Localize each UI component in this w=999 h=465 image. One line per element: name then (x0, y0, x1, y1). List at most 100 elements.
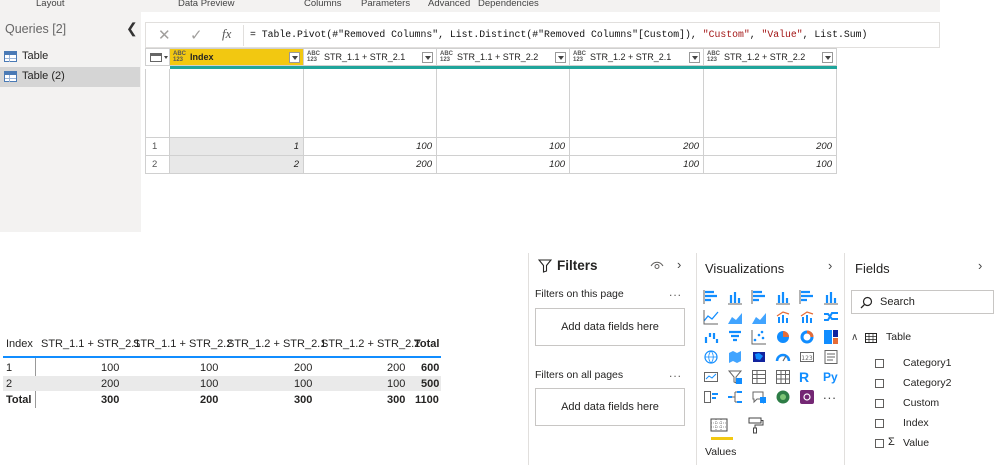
matrix-icon[interactable] (775, 369, 791, 385)
more-visuals-icon[interactable]: ... (823, 388, 839, 405)
column-header-str11-str22[interactable]: ABC 123 STR_1.1 + STR_2.2 (437, 48, 570, 66)
checkbox[interactable] (875, 439, 884, 448)
ribbon-tab-advanced[interactable]: Advanced (428, 0, 470, 9)
shape-map-icon[interactable] (751, 349, 767, 365)
grid-cell[interactable]: 200 (570, 138, 704, 156)
clustered-column-icon[interactable] (775, 289, 791, 305)
clustered-bar-icon[interactable] (751, 289, 767, 305)
matrix-cell[interactable]: 100 (101, 362, 119, 374)
filled-map-icon[interactable] (727, 349, 743, 365)
matrix-cell[interactable]: 100 (294, 378, 312, 390)
matrix-cell[interactable]: 100 (200, 362, 218, 374)
field-item-custom[interactable]: Custom (875, 396, 995, 412)
scatter-icon[interactable] (751, 329, 767, 345)
stacked-area-icon[interactable] (751, 309, 767, 325)
field-item-category1[interactable]: Category1 (875, 356, 995, 372)
funnel-icon[interactable] (727, 329, 743, 345)
matrix-total-cell[interactable]: 300 (387, 394, 405, 406)
matrix-total-label[interactable]: Total (6, 394, 31, 406)
ribbon-tab-dependencies[interactable]: Dependencies (478, 0, 539, 9)
chevron-right-icon[interactable]: › (978, 258, 982, 273)
fields-tab-icon[interactable] (709, 415, 729, 435)
more-options-icon[interactable]: ... (669, 366, 682, 380)
area-icon[interactable] (727, 309, 743, 325)
arcgis-icon[interactable] (775, 389, 791, 405)
matrix-row-header[interactable]: 1 (6, 362, 12, 374)
grid-cell[interactable]: 100 (437, 138, 570, 156)
format-paint-roller-icon[interactable] (745, 415, 765, 435)
matrix-row-total[interactable]: 500 (421, 378, 439, 390)
grid-cell[interactable]: 200 (304, 156, 437, 174)
gauge-icon[interactable] (775, 349, 791, 365)
qa-icon[interactable] (751, 389, 767, 405)
grid-cell[interactable]: 100 (437, 156, 570, 174)
matrix-cell[interactable]: 100 (200, 378, 218, 390)
grid-cell[interactable]: 1 (170, 138, 304, 156)
power-apps-icon[interactable] (799, 389, 815, 405)
formula-input[interactable]: = Table.Pivot(#"Removed Columns", List.D… (250, 29, 867, 40)
grid-cell[interactable]: 100 (304, 138, 437, 156)
matrix-total-cell[interactable]: 200 (200, 394, 218, 406)
100-column-icon[interactable] (823, 289, 839, 305)
slicer-icon[interactable] (727, 369, 743, 385)
multirow-card-icon[interactable] (823, 349, 839, 365)
waterfall-icon[interactable] (703, 329, 719, 345)
column-filter-dropdown-icon[interactable] (822, 52, 833, 63)
card-icon[interactable]: 123 (799, 349, 815, 365)
query-item-table[interactable]: Table (0, 47, 140, 67)
grid-corner-menu[interactable] (145, 48, 170, 66)
matrix-cell[interactable]: 200 (101, 378, 119, 390)
field-item-value[interactable]: Σ Value (875, 436, 995, 452)
column-filter-dropdown-icon[interactable] (689, 52, 700, 63)
checkbox[interactable] (875, 379, 884, 388)
table-row[interactable]: 2 (145, 156, 170, 174)
column-header-index[interactable]: ABC 123 Index (170, 48, 304, 66)
matrix-cell[interactable]: 200 (294, 362, 312, 374)
python-visual-icon[interactable]: Py (823, 369, 839, 385)
field-table-name[interactable]: Table (886, 331, 911, 343)
matrix-header-col[interactable]: STR_1.1 + STR_2.2 (133, 338, 232, 350)
field-item-category2[interactable]: Category2 (875, 376, 995, 392)
grid-cell[interactable]: 2 (170, 156, 304, 174)
ribbon-tab-layout[interactable]: Layout (36, 0, 65, 9)
r-visual-icon[interactable]: R (799, 369, 815, 385)
all-pages-filter-drop-well[interactable]: Add data fields here (535, 388, 685, 426)
ribbon-tab-data-preview[interactable]: Data Preview (178, 0, 235, 9)
chevron-up-icon[interactable]: ∧ (851, 332, 858, 343)
column-header-str12-str21[interactable]: ABC 123 STR_1.2 + STR_2.1 (570, 48, 704, 66)
close-icon[interactable]: ✕ (158, 26, 171, 44)
table-row[interactable]: 1 (145, 138, 170, 156)
matrix-total-cell[interactable]: 300 (101, 394, 119, 406)
grid-cell[interactable]: 100 (704, 156, 837, 174)
eye-icon[interactable] (650, 260, 664, 272)
grid-cell[interactable]: 200 (704, 138, 837, 156)
matrix-cell[interactable]: 200 (387, 362, 405, 374)
matrix-total-cell[interactable]: 300 (294, 394, 312, 406)
column-filter-dropdown-icon[interactable] (422, 52, 433, 63)
fields-search-input[interactable]: Search (851, 290, 994, 314)
stacked-column-icon[interactable] (727, 289, 743, 305)
grid-cell[interactable]: 100 (570, 156, 704, 174)
query-item-table-2[interactable]: Table (2) (0, 67, 140, 87)
column-header-str12-str22[interactable]: ABC 123 STR_1.2 + STR_2.2 (704, 48, 837, 66)
map-icon[interactable] (703, 349, 719, 365)
column-header-str11-str21[interactable]: ABC 123 STR_1.1 + STR_2.1 (304, 48, 437, 66)
matrix-header-col[interactable]: STR_1.2 + STR_2.1 (227, 338, 326, 350)
checkbox[interactable] (875, 359, 884, 368)
decomposition-tree-icon[interactable] (727, 389, 743, 405)
column-filter-dropdown-icon[interactable] (555, 52, 566, 63)
check-icon[interactable]: ✓ (190, 26, 203, 44)
line-clustered-icon[interactable] (799, 309, 815, 325)
checkbox[interactable] (875, 419, 884, 428)
key-influencers-icon[interactable] (703, 389, 719, 405)
ribbon-tab-parameters[interactable]: Parameters (361, 0, 410, 9)
chevron-right-icon[interactable]: › (828, 258, 832, 273)
matrix-cell[interactable]: 100 (387, 378, 405, 390)
checkbox[interactable] (875, 399, 884, 408)
matrix-header-col[interactable]: STR_1.1 + STR_2.1 (41, 338, 140, 350)
table-icon[interactable] (751, 369, 767, 385)
column-filter-dropdown-icon[interactable] (289, 52, 300, 63)
stacked-bar-icon[interactable] (703, 289, 719, 305)
page-filter-drop-well[interactable]: Add data fields here (535, 308, 685, 346)
matrix-grand-total[interactable]: 1100 (415, 394, 439, 406)
